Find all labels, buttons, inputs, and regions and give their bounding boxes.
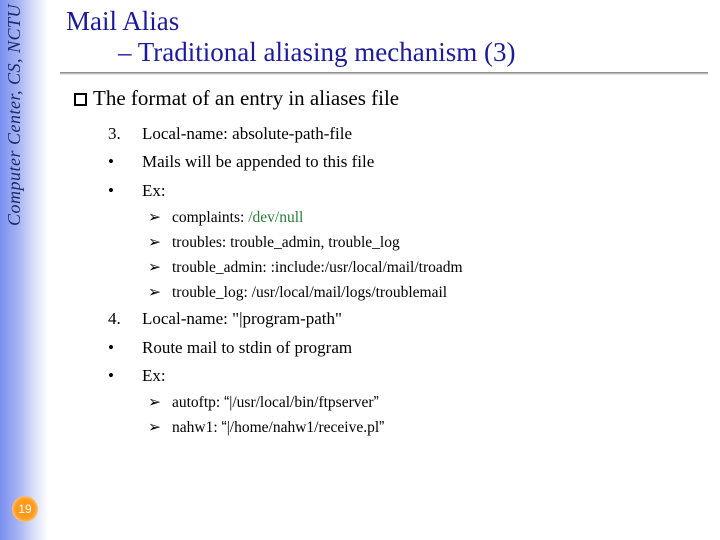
bullet-icon: •	[108, 149, 142, 175]
sub-text: trouble_log: /usr/local/mail/logs/troubl…	[172, 281, 447, 305]
list-text: Ex:	[142, 363, 166, 389]
sub-item: ➢ autoftp: “|/usr/local/bin/ftpserver”	[148, 391, 708, 415]
sub-text-value: |/usr/local/bin/ftpserver	[229, 394, 373, 411]
list-item: 3. Local-name: absolute-path-file	[108, 121, 708, 147]
close-quote-icon: ”	[374, 394, 379, 411]
arrow-icon: ➢	[148, 281, 172, 305]
sub-item: ➢ nahw1: “|/home/nahw1/receive.pl”	[148, 416, 708, 440]
sub-item: ➢ trouble_admin: :include:/usr/local/mai…	[148, 256, 708, 280]
list-item: • Mails will be appended to this file	[108, 149, 708, 175]
arrow-icon: ➢	[148, 416, 172, 440]
list-text: Ex:	[142, 178, 166, 204]
title-subtitle: Traditional aliasing mechanism (3)	[138, 37, 516, 67]
section-heading: The format of an entry in aliases file	[74, 86, 708, 111]
sub-text-prefix: complaints:	[172, 209, 248, 226]
slide-content: Mail Alias – Traditional aliasing mechan…	[60, 6, 708, 441]
list-item: • Ex:	[108, 363, 708, 389]
sub-item: ➢ trouble_log: /usr/local/mail/logs/trou…	[148, 281, 708, 305]
body-list: 3. Local-name: absolute-path-file • Mail…	[108, 121, 708, 440]
list-text: Route mail to stdin of program	[142, 335, 352, 361]
sub-text-prefix: nahw1:	[172, 419, 222, 436]
square-bullet-icon	[74, 93, 87, 106]
title-line2: – Traditional aliasing mechanism (3)	[118, 37, 708, 68]
page-number-badge: 19	[12, 496, 38, 522]
sub-list: ➢ complaints: /dev/null ➢ troubles: trou…	[148, 206, 708, 305]
list-item: • Route mail to stdin of program	[108, 335, 708, 361]
sub-item: ➢ complaints: /dev/null	[148, 206, 708, 230]
list-number: 4.	[108, 306, 142, 332]
list-item: 4. Local-name: "|program-path"	[108, 306, 708, 332]
title-divider	[60, 72, 708, 74]
list-number: 3.	[108, 121, 142, 147]
arrow-icon: ➢	[148, 391, 172, 415]
bullet-icon: •	[108, 178, 142, 204]
sub-text-value: |/home/nahw1/receive.pl	[227, 419, 379, 436]
list-head: Local-name: "|program-path"	[142, 306, 342, 332]
sub-text: nahw1: “|/home/nahw1/receive.pl”	[172, 416, 384, 440]
arrow-icon: ➢	[148, 231, 172, 255]
list-item: • Ex:	[108, 178, 708, 204]
title-line1: Mail Alias	[66, 6, 708, 37]
arrow-icon: ➢	[148, 256, 172, 280]
sub-list: ➢ autoftp: “|/usr/local/bin/ftpserver” ➢…	[148, 391, 708, 440]
devnull-path: /dev/null	[248, 209, 303, 226]
sidebar-label: Computer Center, CS, NCTU	[4, 4, 25, 226]
list-text: Mails will be appended to this file	[142, 149, 374, 175]
sidebar-gradient: Computer Center, CS, NCTU	[0, 0, 48, 540]
slide-title: Mail Alias – Traditional aliasing mechan…	[66, 6, 708, 68]
sub-text: complaints: /dev/null	[172, 206, 303, 230]
title-dash: –	[118, 37, 138, 67]
bullet-icon: •	[108, 363, 142, 389]
bullet-icon: •	[108, 335, 142, 361]
page-number: 19	[18, 502, 31, 516]
sub-item: ➢ troubles: trouble_admin, trouble_log	[148, 231, 708, 255]
close-quote-icon: ”	[379, 419, 384, 436]
list-head: Local-name: absolute-path-file	[142, 121, 352, 147]
sub-text: autoftp: “|/usr/local/bin/ftpserver”	[172, 391, 379, 415]
sub-text: troubles: trouble_admin, trouble_log	[172, 231, 400, 255]
heading-text: The format of an entry in aliases file	[93, 86, 399, 110]
sub-text: trouble_admin: :include:/usr/local/mail/…	[172, 256, 463, 280]
arrow-icon: ➢	[148, 206, 172, 230]
sub-text-prefix: autoftp:	[172, 394, 224, 411]
